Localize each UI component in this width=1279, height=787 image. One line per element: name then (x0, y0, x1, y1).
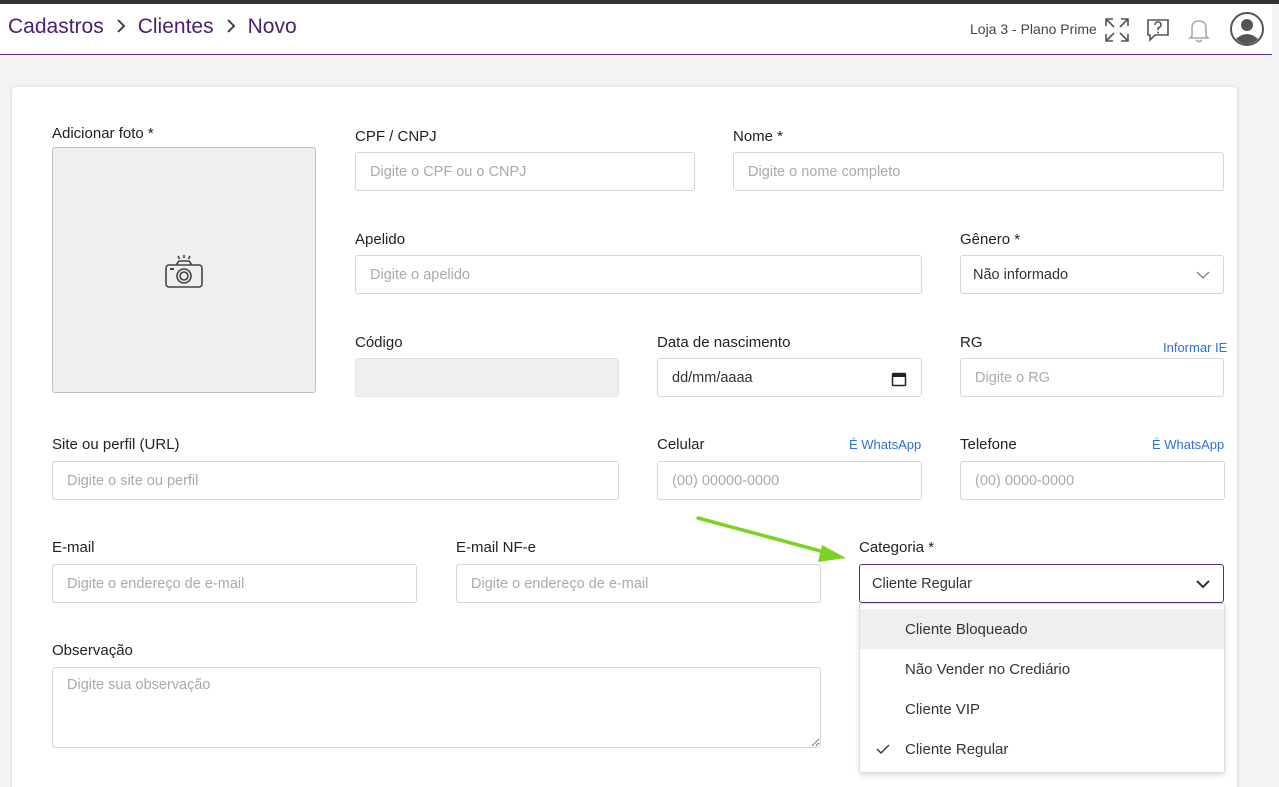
genero-value: Não informado (973, 266, 1069, 283)
genero-select[interactable]: Não informado (960, 255, 1224, 294)
categoria-select[interactable]: Cliente Regular (859, 564, 1224, 603)
nascimento-input[interactable]: dd/mm/aaaa (657, 358, 922, 397)
email-label: E-mail (52, 539, 95, 556)
observacao-textarea[interactable] (52, 667, 821, 748)
rg-label: RG (960, 334, 983, 351)
nascimento-placeholder: dd/mm/aaaa (672, 369, 753, 386)
chevron-right-icon (214, 17, 248, 38)
categoria-option-selected[interactable]: Cliente Regular (860, 729, 1224, 769)
telefone-input[interactable]: (00) 0000-0000 (960, 461, 1225, 500)
categoria-label: Categoria * (859, 539, 935, 556)
categoria-value: Cliente Regular (872, 575, 972, 592)
cpf-label: CPF / CNPJ (355, 128, 437, 145)
photo-label: Adicionar foto * (52, 125, 154, 142)
celular-whatsapp-link[interactable]: É WhatsApp (849, 437, 921, 452)
categoria-option-label: Não Vender no Crediário (905, 660, 1071, 678)
user-avatar-icon[interactable] (1230, 12, 1264, 46)
email-nfe-input[interactable]: Digite o endereço de e-mail (456, 564, 821, 603)
site-label: Site ou perfil (URL) (52, 436, 180, 453)
codigo-input (355, 358, 619, 397)
categoria-option[interactable]: Cliente Bloqueado (860, 609, 1224, 649)
breadcrumb-novo: Novo (247, 15, 297, 38)
categoria-option-label: Cliente Bloqueado (905, 620, 1028, 638)
store-plan-label[interactable]: Loja 3 - Plano Prime (970, 21, 1097, 37)
breadcrumb: Cadastros Clientes Novo (8, 15, 297, 39)
help-chat-icon[interactable] (1144, 16, 1172, 44)
photo-upload-area[interactable] (52, 147, 316, 393)
categoria-option[interactable]: Não Vender no Crediário (860, 649, 1224, 689)
celular-label: Celular (657, 436, 705, 453)
email-nfe-label: E-mail NF-e (456, 539, 537, 556)
nome-label: Nome * (733, 128, 784, 145)
celular-input[interactable]: (00) 00000-0000 (657, 461, 922, 500)
chevron-down-icon (1196, 580, 1210, 589)
bell-icon[interactable] (1185, 16, 1213, 44)
breadcrumb-clientes[interactable]: Clientes (138, 15, 214, 39)
chevron-down-icon (1196, 271, 1210, 280)
apelido-input[interactable]: Digite o apelido (355, 255, 922, 294)
codigo-label: Código (355, 334, 403, 351)
informar-ie-link[interactable]: Informar IE (1163, 340, 1227, 355)
email-input[interactable]: Digite o endereço de e-mail (52, 564, 417, 603)
cpf-input[interactable]: Digite o CPF ou o CNPJ (355, 152, 695, 191)
chevron-right-icon (104, 17, 138, 38)
camera-icon (165, 255, 203, 288)
calendar-icon[interactable] (891, 371, 907, 387)
telefone-label: Telefone (960, 436, 1017, 453)
check-icon (876, 744, 890, 754)
nome-input[interactable]: Digite o nome completo (733, 152, 1224, 191)
categoria-option-label: Cliente VIP (905, 700, 981, 718)
categoria-dropdown-menu: Cliente Bloqueado Não Vender no Crediári… (859, 603, 1225, 773)
telefone-whatsapp-link[interactable]: É WhatsApp (1152, 437, 1224, 452)
categoria-option-label: Cliente Regular (905, 740, 1009, 758)
categoria-option[interactable]: Cliente VIP (860, 689, 1224, 729)
apelido-label: Apelido (355, 231, 406, 248)
breadcrumb-cadastros[interactable]: Cadastros (8, 15, 104, 39)
observacao-label: Observação (52, 642, 133, 659)
page-header: Cadastros Clientes Novo Loja 3 - Plano P… (0, 4, 1272, 55)
rg-input[interactable]: Digite o RG (960, 358, 1224, 397)
site-input[interactable]: Digite o site ou perfil (52, 461, 619, 500)
genero-label: Gênero * (960, 231, 1021, 248)
expand-icon[interactable] (1103, 16, 1131, 44)
nascimento-label: Data de nascimento (657, 334, 791, 351)
